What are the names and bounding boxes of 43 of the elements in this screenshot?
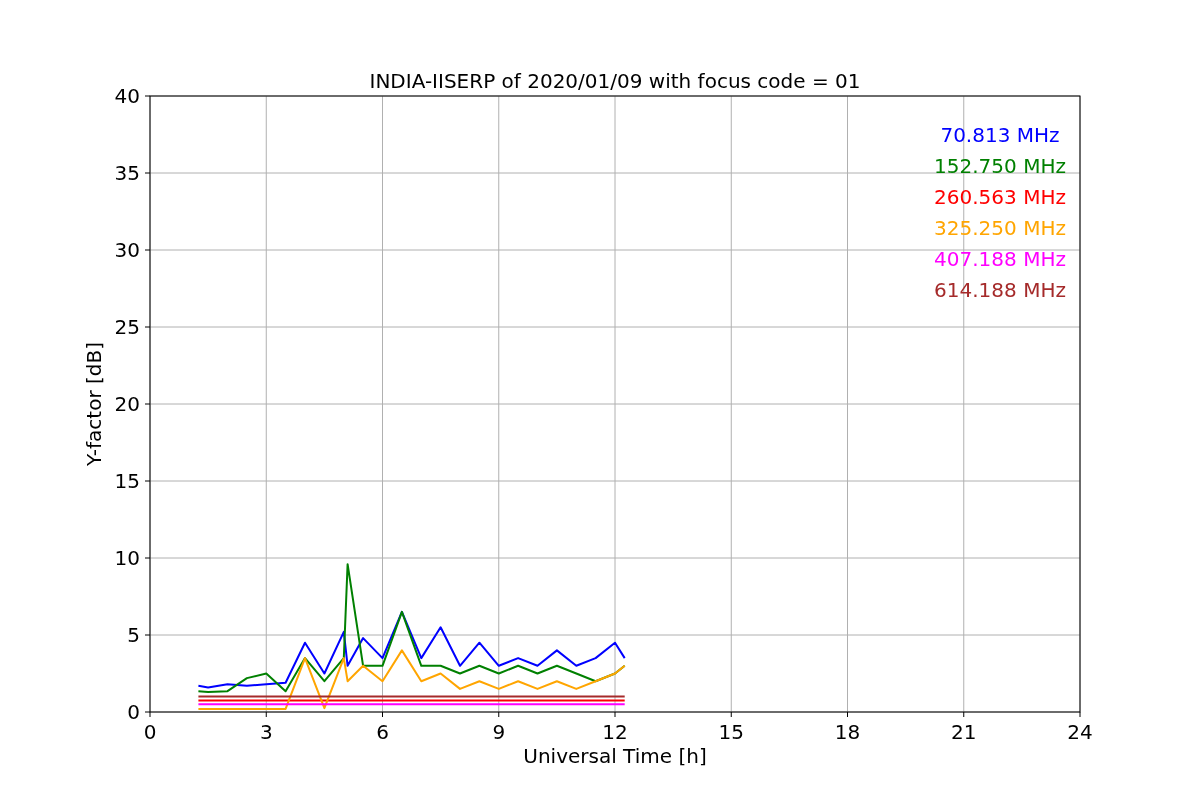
tick-label: 5 xyxy=(127,623,140,647)
legend-label: 614.188 MHz xyxy=(934,278,1066,302)
tick-label: 15 xyxy=(114,469,140,493)
tick-mark-icon xyxy=(144,634,151,636)
chart-title: INDIA-IISERP of 2020/01/09 with focus code = 01 xyxy=(369,69,861,93)
tick-label: 0 xyxy=(127,700,140,724)
tick-label: 24 xyxy=(1067,720,1093,744)
tick-mark-icon xyxy=(144,326,151,328)
tick-mark-icon xyxy=(265,711,267,718)
legend-label: 407.188 MHz xyxy=(934,247,1066,271)
tick-mark-icon xyxy=(144,480,151,482)
tick-label: 21 xyxy=(951,720,977,744)
tick-label: 10 xyxy=(114,546,140,570)
axis-label: Universal Time [h] xyxy=(523,744,707,768)
tick-label: 40 xyxy=(114,84,140,108)
tick-mark-icon xyxy=(730,711,732,718)
tick-label: 6 xyxy=(376,720,389,744)
tick-mark-icon xyxy=(144,249,151,251)
tick-label: 12 xyxy=(602,720,628,744)
tick-mark-icon xyxy=(498,711,500,718)
tick-mark-icon xyxy=(144,403,151,405)
tick-label: 20 xyxy=(114,392,140,416)
tick-label: 25 xyxy=(114,315,140,339)
tick-label: 0 xyxy=(143,720,157,744)
legend-label: 325.250 MHz xyxy=(934,216,1066,240)
tick-label: 3 xyxy=(259,720,273,744)
tick-label: 30 xyxy=(114,238,140,262)
tick-mark-icon xyxy=(963,711,965,718)
tick-label: 35 xyxy=(114,161,140,185)
legend-label: 260.563 MHz xyxy=(934,185,1066,209)
tick-mark-icon xyxy=(382,711,383,718)
legend-label: 152.750 MHz xyxy=(934,154,1066,178)
tick-label: 9 xyxy=(492,720,506,744)
legend-label: 70.813 MHz xyxy=(940,123,1060,147)
tick-mark-icon xyxy=(614,711,616,718)
tick-mark-icon xyxy=(144,95,151,97)
axis-label: Y-factor [dB] xyxy=(82,342,106,466)
tick-label: 15 xyxy=(718,720,744,744)
tick-mark-icon xyxy=(144,172,151,174)
tick-label: 18 xyxy=(834,720,861,744)
tick-mark-icon xyxy=(1079,711,1081,718)
tick-mark-icon xyxy=(144,557,151,559)
tick-mark-icon xyxy=(847,711,848,718)
